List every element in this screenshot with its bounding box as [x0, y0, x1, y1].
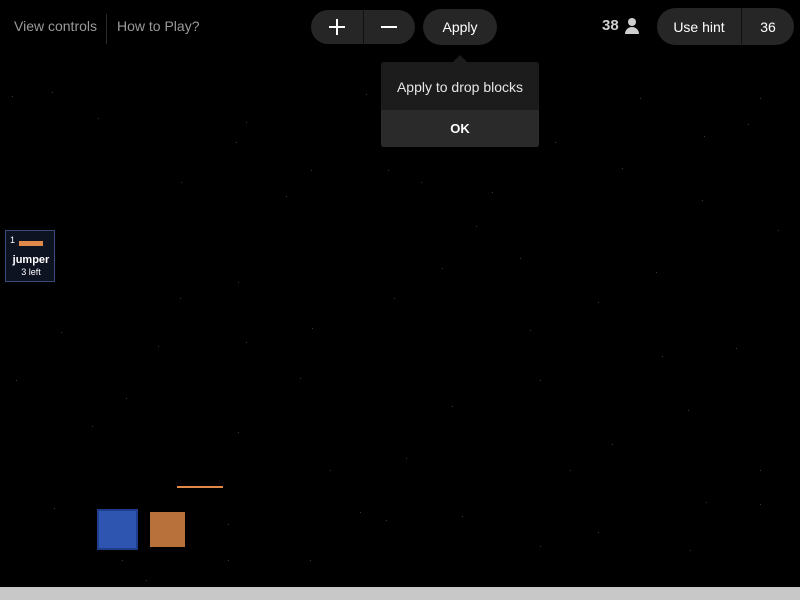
star — [421, 182, 422, 183]
star — [360, 512, 361, 513]
star — [570, 470, 571, 471]
star — [612, 444, 613, 445]
star — [158, 346, 159, 347]
palette-item-remaining: 3 left — [21, 267, 41, 277]
star — [61, 332, 62, 333]
star — [181, 182, 182, 183]
apply-tooltip: Apply to drop blocks OK — [381, 62, 539, 147]
plus-icon — [328, 19, 345, 35]
star — [760, 98, 761, 99]
star — [540, 546, 541, 547]
star — [540, 380, 541, 381]
star — [228, 560, 229, 561]
star — [748, 124, 749, 125]
star — [640, 98, 641, 99]
use-hint-button[interactable]: Use hint — [657, 8, 741, 45]
zoom-controls — [311, 10, 415, 44]
star — [286, 196, 287, 197]
apply-button[interactable]: Apply — [423, 9, 497, 45]
star — [146, 580, 147, 581]
star — [236, 142, 237, 143]
star — [598, 302, 599, 303]
hint-count: 36 — [760, 18, 776, 35]
user-icon — [624, 17, 639, 34]
star — [312, 328, 313, 329]
star — [310, 560, 311, 561]
star — [555, 142, 556, 143]
palette-item-jumper[interactable]: 1 jumper 3 left — [5, 230, 55, 282]
star — [92, 426, 93, 427]
star — [662, 356, 663, 357]
star — [98, 118, 99, 119]
star — [12, 96, 13, 97]
star — [366, 94, 367, 95]
tooltip-arrow — [453, 55, 467, 62]
star — [442, 268, 443, 269]
palette-item-swatch — [19, 241, 43, 246]
star — [238, 432, 239, 433]
game-canvas[interactable]: View controls How to Play? Apply Apply t… — [0, 0, 800, 600]
jumper-platform[interactable] — [177, 486, 223, 488]
star — [126, 398, 127, 399]
minus-icon — [381, 19, 398, 35]
star — [238, 282, 239, 283]
star — [760, 470, 761, 471]
orange-block[interactable] — [150, 512, 185, 547]
palette-item-index: 1 — [10, 235, 16, 245]
star — [492, 192, 493, 193]
floor — [0, 587, 800, 600]
star — [760, 504, 761, 505]
star — [122, 560, 123, 561]
star — [688, 410, 689, 411]
star — [476, 226, 477, 227]
star — [388, 170, 389, 171]
star — [778, 230, 779, 231]
star — [311, 170, 312, 171]
star — [52, 92, 53, 93]
star — [530, 330, 531, 331]
star — [452, 406, 453, 407]
palette-item-name: jumper — [12, 254, 50, 266]
star — [706, 502, 707, 503]
star — [622, 168, 623, 169]
star — [300, 378, 301, 379]
star — [598, 532, 599, 533]
star — [702, 200, 703, 201]
how-to-play-link[interactable]: How to Play? — [117, 18, 199, 34]
star — [54, 508, 55, 509]
star — [386, 520, 387, 521]
hint-controls: Use hint 36 — [657, 8, 794, 45]
star — [462, 516, 463, 517]
star — [520, 258, 521, 259]
star — [180, 298, 181, 299]
star — [736, 348, 737, 349]
player-count: 38 — [602, 17, 639, 34]
star — [394, 298, 395, 299]
star — [228, 524, 229, 525]
tooltip-message: Apply to drop blocks — [396, 79, 524, 95]
zoom-out-button[interactable] — [364, 10, 416, 44]
star — [656, 272, 657, 273]
blue-block[interactable] — [97, 509, 138, 550]
view-controls-link[interactable]: View controls — [14, 18, 97, 34]
tooltip-ok-button[interactable]: OK — [381, 110, 539, 147]
zoom-in-button[interactable] — [311, 10, 363, 44]
star — [246, 122, 247, 123]
player-count-value: 38 — [602, 17, 619, 34]
star — [246, 342, 247, 343]
star — [406, 458, 407, 459]
star — [16, 380, 17, 381]
link-divider — [106, 14, 107, 44]
star — [704, 136, 705, 137]
star — [690, 550, 691, 551]
star — [330, 470, 331, 471]
